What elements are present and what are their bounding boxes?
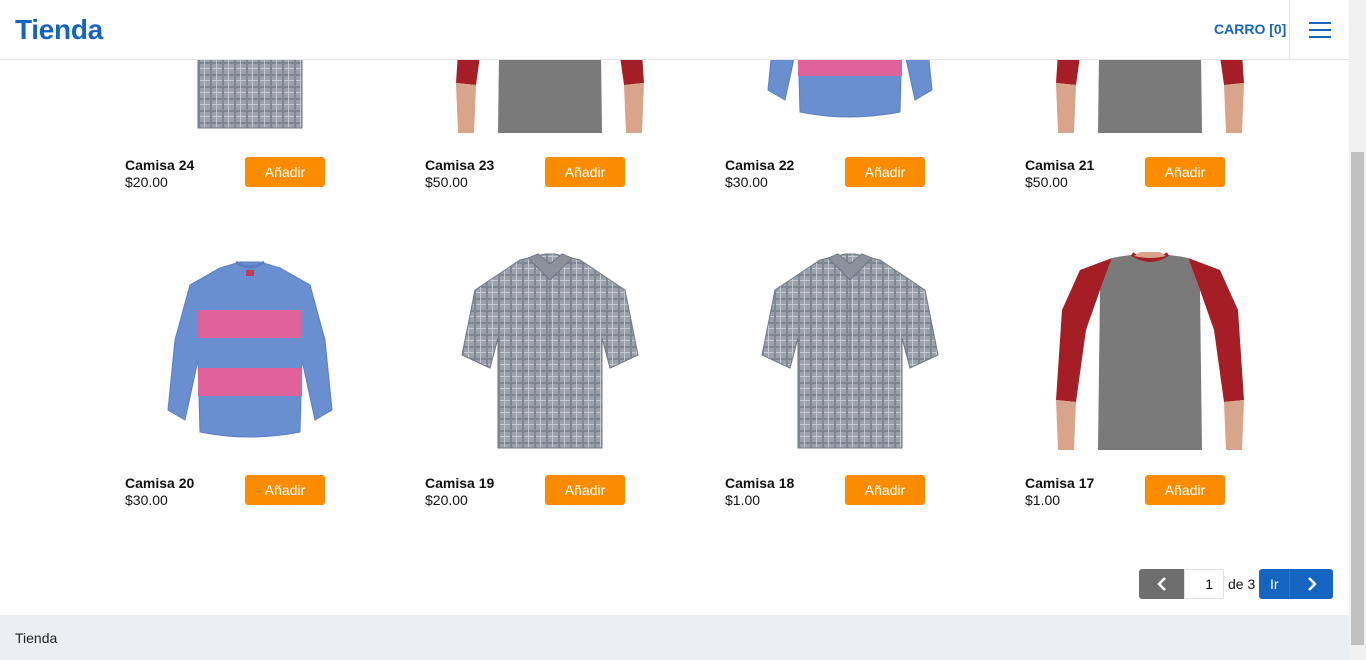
hamburger-menu-icon[interactable] [1289,0,1349,59]
product-price: $1.00 [725,492,761,508]
add-to-cart-button[interactable]: Añadir [245,475,325,505]
add-to-cart-button[interactable]: Añadir [245,157,325,187]
footer-text: Tienda [15,630,58,646]
product-price: $50.00 [425,174,468,190]
product-name[interactable]: Camisa 17 [1025,475,1094,491]
product-name[interactable]: Camisa 19 [425,475,494,491]
footer: Tienda [0,615,1349,660]
next-page-button[interactable] [1289,569,1334,599]
pagination: de 3 Ir [1139,569,1334,599]
product-name[interactable]: Camisa 20 [125,475,194,491]
page-number-input[interactable] [1184,569,1224,599]
product-image[interactable] [450,250,650,450]
product-name[interactable]: Camisa 24 [125,157,194,173]
product-name[interactable]: Camisa 22 [725,157,794,173]
product-image[interactable] [750,250,950,450]
page-count-label: de 3 [1228,576,1256,592]
add-to-cart-button[interactable]: Añadir [545,475,625,505]
product-price: $50.00 [1025,174,1068,190]
chevron-right-icon [1307,577,1317,591]
product-price: $20.00 [425,492,468,508]
add-to-cart-button[interactable]: Añadir [845,157,925,187]
add-to-cart-button[interactable]: Añadir [545,157,625,187]
product-price: $30.00 [725,174,768,190]
go-button[interactable]: Ir [1259,569,1290,599]
product-price: $30.00 [125,492,168,508]
scrollbar-thumb[interactable] [1351,152,1364,645]
product-image[interactable] [1050,250,1250,452]
product-name[interactable]: Camisa 21 [1025,157,1094,173]
add-to-cart-button[interactable]: Añadir [845,475,925,505]
chevron-left-icon [1156,577,1166,591]
cart-link[interactable]: CARRO [0] [1214,21,1286,37]
product-price: $1.00 [1025,492,1061,508]
add-to-cart-button[interactable]: Añadir [1145,475,1225,505]
product-price: $20.00 [125,174,168,190]
vertical-scrollbar[interactable] [1349,0,1366,660]
top-bar: Tienda CARRO [0] [0,0,1349,60]
product-name[interactable]: Camisa 18 [725,475,794,491]
add-to-cart-button[interactable]: Añadir [1145,157,1225,187]
product-name[interactable]: Camisa 23 [425,157,494,173]
prev-page-button[interactable] [1139,569,1184,599]
product-image[interactable] [150,250,350,450]
brand-logo[interactable]: Tienda [15,14,103,46]
